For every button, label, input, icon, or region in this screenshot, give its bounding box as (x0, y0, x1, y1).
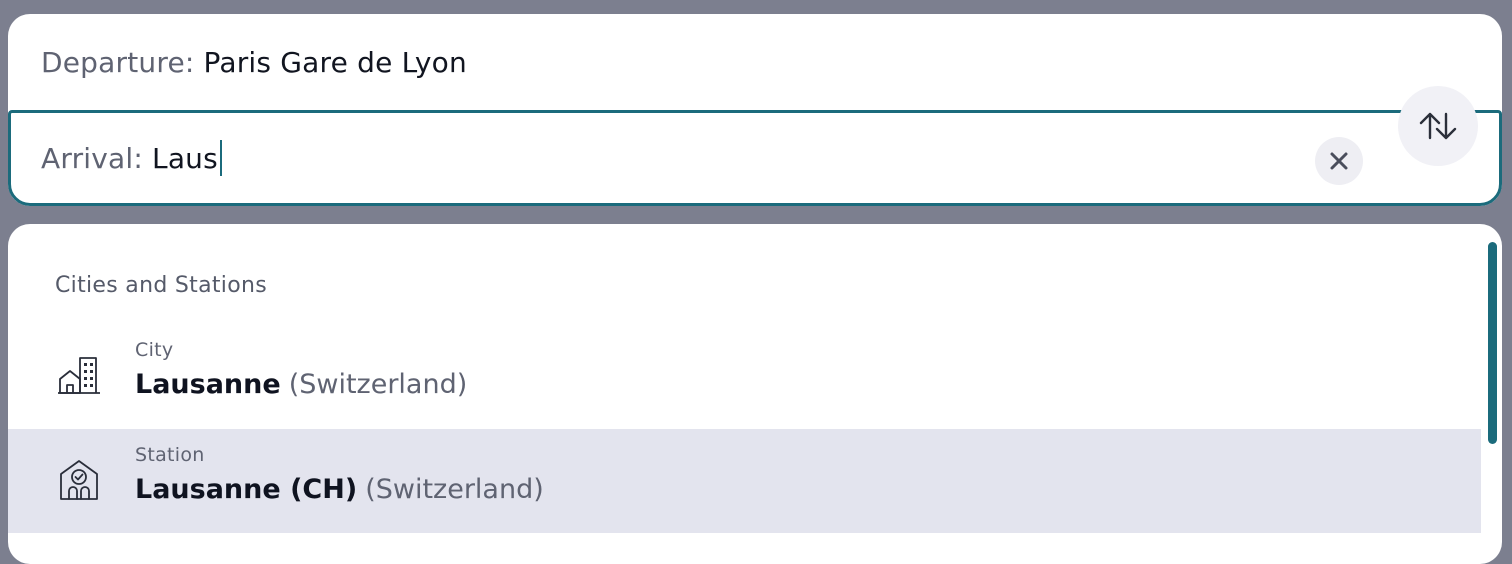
swap-stations-button[interactable] (1398, 86, 1478, 166)
search-card: Departure: Paris Gare de Lyon Arrival: L… (8, 14, 1502, 206)
city-buildings-icon (58, 357, 100, 394)
departure-label: Departure: (41, 45, 195, 79)
departure-value: Paris Gare de Lyon (203, 45, 467, 79)
suggestion-item-city[interactable]: City Lausanne (Switzerland) (8, 324, 1481, 428)
suggestion-item-station[interactable]: Station Lausanne (CH) (Switzerland) (8, 429, 1481, 533)
swap-vertical-icon (1419, 112, 1457, 140)
suggestion-name-main: Lausanne (CH) (135, 474, 358, 505)
close-icon (1330, 152, 1348, 170)
section-title: Cities and Stations (55, 273, 267, 298)
suggestion-name: Lausanne (Switzerland) (135, 369, 467, 400)
suggestions-dropdown: Cities and Stations City Lausanne (Switz… (8, 224, 1502, 564)
suggestion-name: Lausanne (CH) (Switzerland) (135, 474, 544, 505)
clear-arrival-button[interactable] (1315, 137, 1363, 185)
text-cursor (219, 140, 222, 176)
suggestion-name-main: Lausanne (135, 369, 281, 400)
suggestion-type: City (135, 339, 174, 361)
arrival-label: Arrival: (41, 141, 144, 175)
scrollbar-thumb[interactable] (1488, 242, 1497, 444)
arrival-field[interactable]: Arrival: Laus (8, 110, 1502, 206)
arrival-input-value[interactable]: Laus (152, 142, 218, 175)
suggestion-country: (Switzerland) (365, 474, 544, 505)
departure-field[interactable]: Departure: Paris Gare de Lyon (8, 14, 1502, 110)
suggestion-type: Station (135, 444, 205, 466)
suggestion-country: (Switzerland) (288, 369, 468, 400)
station-icon (60, 460, 98, 500)
